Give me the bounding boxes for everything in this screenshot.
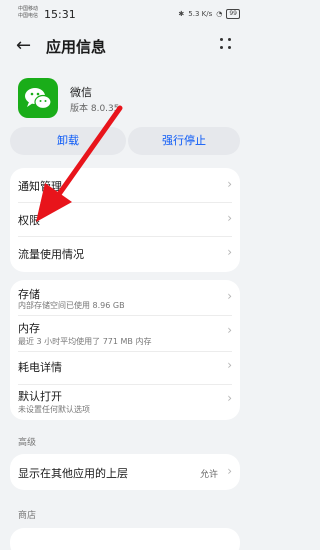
chevron-right-icon: › [227, 358, 232, 372]
carrier-1: 中国移动 [18, 6, 39, 12]
row-battery-details[interactable]: 耗电详情 › [10, 350, 240, 382]
settings-card-2: 存储 内部存储空间已使用 8.96 GB › 内存 最近 3 小时平均使用了 7… [10, 280, 240, 420]
row-sublabel: 未设置任何默认选项 [18, 405, 90, 414]
chevron-right-icon: › [227, 323, 232, 337]
wechat-app-icon [18, 78, 58, 118]
bluetooth-icon: ✱ [178, 10, 185, 18]
settings-card-3: 显示在其他应用的上层 允许 › [10, 454, 240, 490]
row-label: 显示在其他应用的上层 [18, 467, 128, 480]
back-arrow-icon[interactable]: ← [16, 34, 31, 58]
row-data-usage[interactable]: 流量使用情况 › [10, 236, 240, 270]
row-memory[interactable]: 内存 最近 3 小时平均使用了 771 MB 内存 › [10, 314, 240, 350]
wifi-icon: ◔ [216, 10, 223, 18]
status-bar: 中国移动 中国电信 15:31 ✱ 5.3 K/s ◔ 99 [0, 0, 250, 30]
row-label: 通知管理 [18, 180, 62, 193]
row-label: 耗电详情 [18, 361, 62, 374]
row-label: 默认打开 [18, 390, 62, 403]
row-value: 允许 [199, 470, 218, 480]
row-label: 内存 [18, 322, 40, 335]
section-store: 商店 [18, 511, 37, 521]
settings-card-4 [10, 528, 240, 550]
chevron-right-icon: › [227, 177, 232, 191]
uninstall-button[interactable]: 卸载 [10, 127, 126, 155]
chevron-right-icon: › [227, 245, 232, 259]
carrier-2: 中国电信 [18, 13, 39, 19]
force-stop-button[interactable]: 强行停止 [128, 127, 240, 155]
row-storage[interactable]: 存储 内部存储空间已使用 8.96 GB › [10, 280, 240, 314]
chevron-right-icon: › [227, 289, 232, 303]
net-speed: 5.3 K/s [188, 10, 213, 18]
chevron-right-icon: › [227, 391, 232, 405]
row-notification-management[interactable]: 通知管理 › [10, 168, 240, 202]
row-display-over-other-apps[interactable]: 显示在其他应用的上层 允许 › [10, 454, 240, 490]
row-permissions[interactable]: 权限 › [10, 202, 240, 236]
row-sublabel: 内部存储空间已使用 8.96 GB [18, 301, 125, 310]
battery-icon: 99 [226, 9, 240, 19]
section-advanced: 高级 [18, 438, 37, 448]
carrier-info: 中国移动 中国电信 [18, 6, 38, 20]
row-default-open[interactable]: 默认打开 未设置任何默认选项 › [10, 382, 240, 418]
app-name: 微信 [70, 86, 92, 99]
status-time: 15:31 [44, 8, 76, 21]
app-bar: ← 应用信息 [0, 30, 250, 64]
row-label: 权限 [18, 214, 40, 227]
chevron-right-icon: › [227, 211, 232, 225]
row-sublabel: 最近 3 小时平均使用了 771 MB 内存 [18, 337, 152, 346]
more-options-icon[interactable] [220, 38, 232, 50]
app-version: 版本 8.0.35 [70, 104, 120, 114]
settings-card-1: 通知管理 › 权限 › 流量使用情况 › [10, 168, 240, 272]
page-title: 应用信息 [46, 38, 107, 56]
status-icons: ✱ 5.3 K/s ◔ 99 [178, 9, 240, 19]
chevron-right-icon: › [227, 464, 232, 478]
row-label: 流量使用情况 [18, 248, 84, 261]
